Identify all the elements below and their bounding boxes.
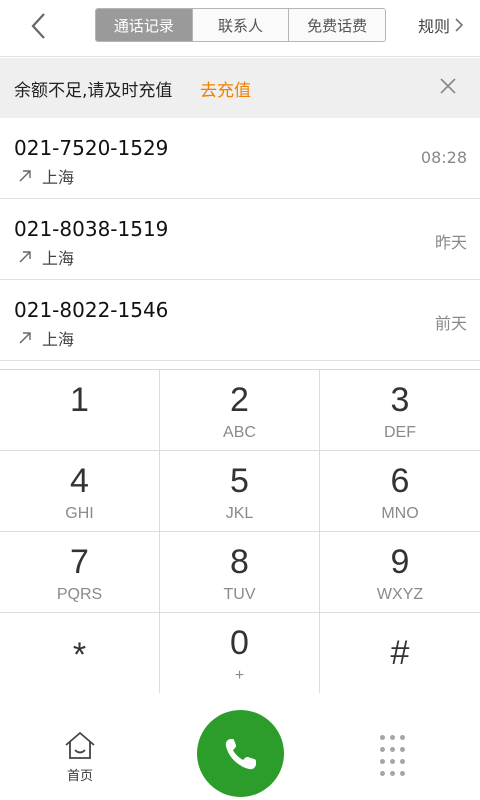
key-2[interactable]: 2 ABC xyxy=(160,370,320,451)
keypad-grid-icon xyxy=(380,747,385,752)
segmented-tabs: 通话记录 联系人 免费话费 xyxy=(95,8,386,42)
keypad-grid-icon xyxy=(390,747,395,752)
close-icon[interactable] xyxy=(436,74,460,98)
keypad-grid-icon xyxy=(400,771,405,776)
recharge-link[interactable]: 去充值 xyxy=(200,76,251,101)
home-label: 首页 xyxy=(66,769,93,784)
rules-label: 规则 xyxy=(418,17,451,36)
key-digit: 2 xyxy=(230,381,249,419)
outgoing-arrow-icon xyxy=(19,170,31,182)
key-digit: 5 xyxy=(230,462,249,500)
key-digit: * xyxy=(72,636,87,674)
call-location-label: 上海 xyxy=(42,249,75,268)
key-5[interactable]: 5 JKL xyxy=(160,451,320,532)
key-letters: + xyxy=(234,667,245,684)
call-number: 021-8022-1546 xyxy=(14,298,169,322)
call-location: 上海 xyxy=(18,164,74,188)
call-log-row[interactable]: 021-8038-1519 上海 昨天 xyxy=(0,199,480,280)
key-star[interactable]: * xyxy=(0,613,160,694)
phone-icon xyxy=(225,738,256,769)
key-digit: 6 xyxy=(390,462,410,500)
call-location-label: 上海 xyxy=(42,330,75,349)
call-time: 08:28 xyxy=(420,148,467,167)
call-location-label: 上海 xyxy=(42,168,75,187)
outgoing-arrow-icon xyxy=(19,332,31,344)
keypad-grid-icon xyxy=(400,747,405,752)
key-digit: 7 xyxy=(70,543,89,581)
key-hash[interactable]: # xyxy=(320,613,480,694)
key-digit: # xyxy=(390,634,410,672)
keypad-grid-icon xyxy=(390,735,395,740)
chevron-left-icon xyxy=(31,13,45,39)
call-location: 上海 xyxy=(18,326,74,350)
key-8[interactable]: 8 TUV xyxy=(160,532,320,613)
home-icon xyxy=(65,731,95,759)
tab-free-credit[interactable]: 免费话费 xyxy=(289,9,385,41)
tab-call-log[interactable]: 通话记录 xyxy=(96,9,193,41)
keypad-grid-icon xyxy=(390,759,395,764)
low-balance-banner: 余额不足,请及时充值 去充值 xyxy=(0,58,480,118)
back-button[interactable] xyxy=(22,8,54,44)
key-4[interactable]: 4 GHI xyxy=(0,451,160,532)
key-1[interactable]: 1 xyxy=(0,370,160,451)
key-digit: 3 xyxy=(390,381,410,419)
key-letters: MNO xyxy=(381,505,419,522)
keypad-grid-icon xyxy=(390,771,395,776)
key-letters: DEF xyxy=(384,424,416,441)
key-digit: 8 xyxy=(230,543,249,581)
key-digit: 1 xyxy=(70,381,89,419)
banner-message: 余额不足,请及时充值 xyxy=(14,81,173,101)
key-digit: 4 xyxy=(70,462,89,500)
call-log-row[interactable]: 021-7520-1529 上海 08:28 xyxy=(0,118,480,199)
key-digit: 0 xyxy=(230,624,249,662)
key-7[interactable]: 7 PQRS xyxy=(0,532,160,613)
home-button[interactable]: 首页 xyxy=(50,731,110,791)
key-digit: 9 xyxy=(390,543,410,581)
keypad-grid-icon xyxy=(380,735,385,740)
tab-contacts[interactable]: 联系人 xyxy=(192,9,290,41)
key-6[interactable]: 6 MNO xyxy=(320,451,480,532)
call-log-row[interactable]: 021-8022-1546 上海 前天 xyxy=(0,280,480,361)
key-0[interactable]: 0 + xyxy=(160,613,320,694)
rules-link[interactable]: 规则 xyxy=(418,12,464,38)
keypad-toggle-button[interactable] xyxy=(378,735,408,776)
call-number: 021-8038-1519 xyxy=(14,217,169,241)
key-9[interactable]: 9 WXYZ xyxy=(320,532,480,613)
call-location: 上海 xyxy=(18,245,74,269)
key-letters: ABC xyxy=(223,424,256,441)
keypad-grid-icon xyxy=(400,759,405,764)
keypad-grid-icon xyxy=(400,735,405,740)
key-3[interactable]: 3 DEF xyxy=(320,370,480,451)
key-letters: WXYZ xyxy=(376,586,424,603)
call-button[interactable] xyxy=(197,710,284,797)
key-letters: JKL xyxy=(225,505,254,522)
call-number: 021-7520-1529 xyxy=(14,136,169,160)
key-letters: TUV xyxy=(223,586,256,603)
key-letters: PQRS xyxy=(56,586,103,603)
key-letters: GHI xyxy=(65,505,94,522)
dial-pad: 1 2 ABC 3 DEF 4 GHI 5 JKL 6 MNO 7 PQRS 8… xyxy=(0,369,480,694)
call-time: 昨天 xyxy=(434,233,467,252)
chevron-right-icon xyxy=(455,18,464,32)
keypad-grid-icon xyxy=(380,771,385,776)
keypad-grid-icon xyxy=(380,759,385,764)
top-bar: 通话记录 联系人 免费话费 规则 xyxy=(0,0,480,57)
bottom-bar: 首页 xyxy=(0,693,480,800)
outgoing-arrow-icon xyxy=(19,251,31,263)
call-time: 前天 xyxy=(434,314,467,333)
